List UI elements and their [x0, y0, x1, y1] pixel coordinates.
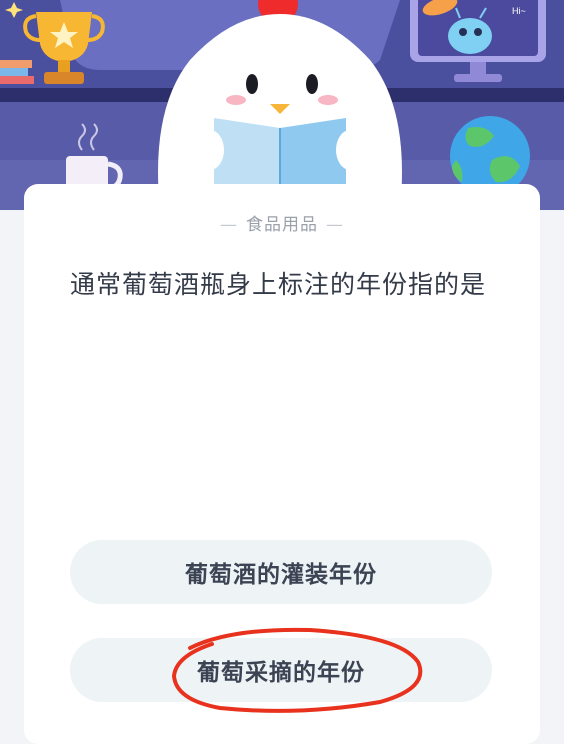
category-dash-right: — — [326, 215, 344, 235]
category-dash-left: — — [220, 215, 238, 235]
question-text: 通常葡萄酒瓶身上标注的年份指的是 — [70, 270, 487, 299]
category-label: — 食品用品 — — [24, 210, 540, 235]
question-card: — 食品用品 — 通常葡萄酒瓶身上标注的年份指的是 葡萄酒的灌装年份 葡萄采摘的年份 — [24, 184, 540, 744]
answer-option-2[interactable]: 葡萄采摘的年份 — [70, 638, 492, 702]
answer-option-1[interactable]: 葡萄酒的灌装年份 — [70, 540, 492, 604]
category-text: 食品用品 — [246, 215, 318, 235]
answer-option-label: 葡萄酒的灌装年份 — [185, 562, 377, 588]
header-banner: Hi~ — [0, 0, 564, 210]
banner-illustration: Hi~ — [0, 0, 564, 210]
answer-option-label: 葡萄采摘的年份 — [197, 660, 365, 686]
robot-speech: Hi~ — [512, 6, 526, 16]
